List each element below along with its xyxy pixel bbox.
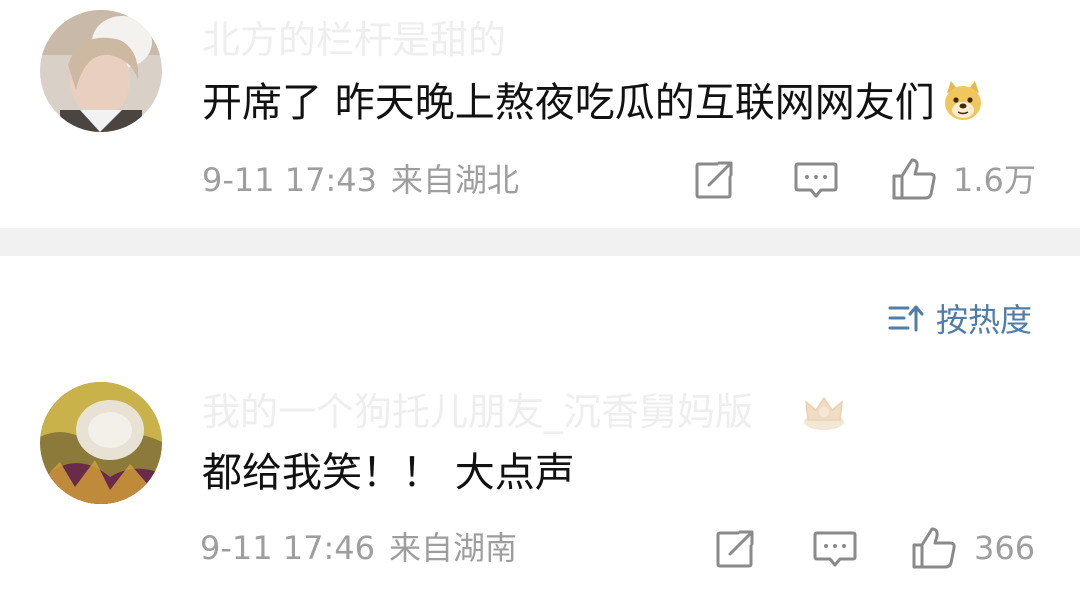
like-icon[interactable] [890,156,938,202]
comment-page: 北方的栏杆是甜的 开席了 昨天晚上熬夜吃瓜的互联网网友们 9-11 17:43 来… [0,0,1080,599]
avatar-image [40,382,162,504]
avatar-image [40,10,162,132]
share-icon[interactable] [714,528,756,570]
like-count: 1.6万 [953,161,1036,199]
avatar[interactable] [40,382,162,504]
comment-icon[interactable] [793,159,839,201]
share-icon[interactable] [693,159,735,201]
sort-button[interactable]: 按热度 [888,296,1032,340]
comment-item: 我的一个狗托儿朋友_沉香舅妈版 都给我笑！！ 大点声 9-11 17:46 来自湖… [0,370,1080,599]
username[interactable]: 北方的栏杆是甜的 [202,18,506,62]
comment-time: 9-11 17:46 [200,529,376,567]
comment-location: 来自湖北 [391,161,520,199]
comment-text-content: 开席了 昨天晚上熬夜吃瓜的互联网网友们 [202,80,935,126]
like-count: 366 [974,529,1036,567]
comment-item: 北方的栏杆是甜的 开席了 昨天晚上熬夜吃瓜的互联网网友们 9-11 17:43 来… [0,0,1080,228]
avatar[interactable] [40,10,162,132]
sort-icon [888,305,924,332]
like-icon[interactable] [910,525,958,571]
comment-meta: 9-11 17:43 来自湖北 [202,160,519,200]
comment-icon[interactable] [812,528,858,570]
comment-location: 来自湖南 [389,529,518,567]
comment-text: 都给我笑！！ 大点声 [202,450,575,496]
sort-label: 按热度 [936,301,1033,339]
comment-text: 开席了 昨天晚上熬夜吃瓜的互联网网友们 [202,78,985,128]
crown-icon [804,396,844,430]
doge-emoji-icon [944,81,981,120]
comment-meta: 9-11 17:46 来自湖南 [200,528,517,568]
username[interactable]: 我的一个狗托儿朋友_沉香舅妈版 [202,390,753,434]
comment-time: 9-11 17:43 [202,161,378,199]
section-divider [0,228,1080,256]
